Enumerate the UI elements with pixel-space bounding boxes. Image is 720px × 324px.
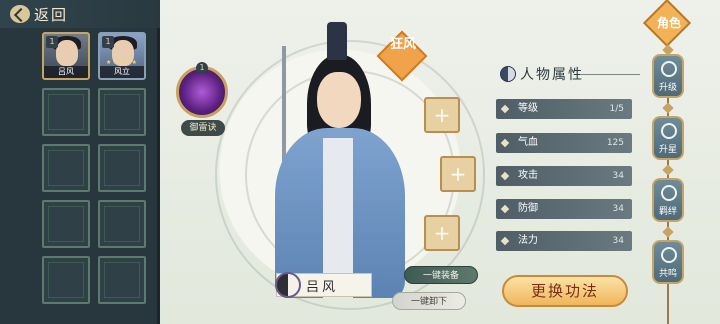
character-name: 吕风 [306,280,339,295]
empty-hero-slot[interactable] [42,200,90,248]
attributes-title-divider [580,74,640,75]
empty-hero-slot[interactable] [42,144,90,192]
tab-label: 羁绊 [658,207,677,217]
diamond-bullet-icon [500,171,510,181]
resonance-icon [661,247,677,263]
hero-level-badge: 1 [102,36,114,48]
attribute-row-mana: 法力 34 [496,231,632,251]
attribute-label: 气血 [518,137,538,148]
back-label: 返回 [34,5,69,24]
tab-star-up[interactable]: 升星 [652,116,684,160]
hero-level-badge: 1 [46,36,58,48]
diamond-bullet-icon [500,236,510,246]
change-skill-button[interactable]: 更换功法 [502,275,628,307]
unequip-all-button[interactable]: 一键卸下 [392,292,466,310]
attribute-row-level: 等级 1/5 [496,99,632,119]
hero-portrait [56,40,78,66]
attribute-row-hp: 气血 125 [496,133,632,153]
empty-hero-slot[interactable] [98,144,146,192]
skill-level-badge: 1 [196,62,208,74]
attribute-row-attack: 攻击 34 [496,166,632,186]
star-up-icon [661,123,677,139]
hero-roster-panel: 返回 1 吕风 1 ★★★★★ 风立 [0,0,160,324]
yin-yang-icon [500,66,516,82]
tab-bond[interactable]: 羁绊 [652,178,684,222]
attribute-label: 防御 [518,203,538,214]
upgrade-icon [661,61,677,77]
diamond-bullet-icon [500,204,510,214]
attribute-label: 等级 [518,103,538,114]
equip-slot-2[interactable] [440,156,476,192]
attribute-value: 34 [612,204,624,214]
back-button[interactable]: 返回 [0,0,160,28]
diamond-bullet-icon [500,104,510,114]
attribute-value: 34 [612,236,624,246]
tab-upgrade[interactable]: 升级 [652,54,684,98]
role-tab-label: 角色 [656,16,681,30]
equip-all-button[interactable]: 一键装备 [404,266,478,284]
hero-stars: ★★★★★ [106,59,138,66]
attribute-row-defense: 防御 34 [496,199,632,219]
diamond-bullet-icon [500,138,510,148]
attributes-title: 人物属性 [520,67,584,83]
attribute-value: 34 [612,171,624,181]
hero-name: 吕风 [44,66,88,78]
hero-name: 风立 [100,66,144,78]
tab-resonance[interactable]: 共鸣 [652,240,684,284]
yin-yang-icon [275,272,301,298]
empty-hero-slot[interactable] [98,200,146,248]
hero-card-lvfeng[interactable]: 1 吕风 [42,32,90,80]
attribute-value: 1/5 [609,104,624,114]
empty-hero-slot[interactable] [98,256,146,304]
equip-slot-3[interactable] [424,215,460,251]
empty-hero-slot[interactable] [42,88,90,136]
hero-card-fengli[interactable]: 1 ★★★★★ 风立 [98,32,146,80]
attribute-label: 法力 [518,235,538,246]
attribute-value: 125 [606,138,624,148]
tab-label: 升级 [658,83,677,93]
attribute-label: 攻击 [518,170,538,181]
tab-label: 共鸣 [658,269,677,279]
back-arrow-icon [10,5,30,23]
character-hair-crown [327,22,347,60]
bond-icon [661,185,677,201]
element-banner-text: 狂风 [389,37,416,52]
empty-hero-slot[interactable] [42,256,90,304]
character-face [317,72,361,128]
empty-hero-slot[interactable] [98,88,146,136]
equip-slot-1[interactable] [424,97,460,133]
skill-name-label: 御雷诀 [181,120,225,136]
tab-label: 升星 [658,145,677,155]
